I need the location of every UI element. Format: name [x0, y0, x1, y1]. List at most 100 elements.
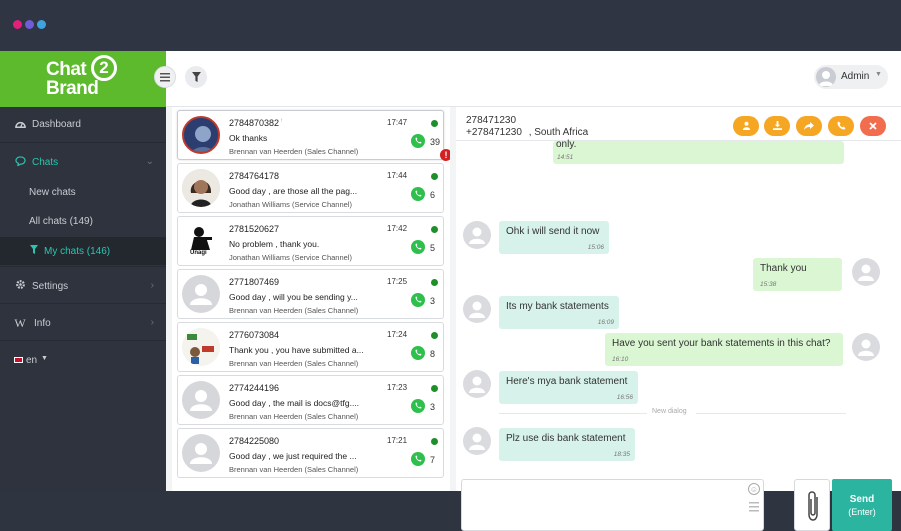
whatsapp-icon: [411, 293, 425, 307]
chat-list-item[interactable]: Unagi 2781520627 17:42 No problem , than…: [177, 216, 444, 266]
chat-agent: Brennan van Heerden (Sales Channel): [229, 465, 359, 474]
divider: [0, 303, 166, 304]
chat-agent: Jonathan Williams (Service Channel): [229, 253, 352, 262]
alert-icon: !: [440, 149, 450, 161]
chat-message-count: 7: [430, 455, 436, 465]
agent-avatar: [852, 258, 880, 286]
close-icon[interactable]: [860, 116, 886, 136]
message-text: Plz use dis bank statement: [506, 433, 626, 444]
chat-last-message: Good day , will you be sending y...: [229, 292, 358, 302]
forward-button[interactable]: [796, 116, 822, 136]
sidebar-item-info[interactable]: W Info ›: [0, 316, 166, 342]
gear-icon: [14, 279, 26, 293]
conversation-header: 278471230 +278471230 , South Africa: [456, 107, 901, 141]
chat-last-message: No problem , thank you.: [229, 239, 320, 249]
send-button[interactable]: Send (Enter): [832, 479, 892, 531]
whatsapp-icon: [411, 240, 425, 254]
message-bubble-incoming: Plz use dis bank statement 18:35: [499, 428, 635, 461]
contact-profile-button[interactable]: [733, 116, 759, 136]
message-input[interactable]: ☺: [461, 479, 764, 531]
contact-phone-full: +278471230: [466, 127, 522, 138]
online-status-icon: [431, 120, 438, 127]
sidebar-subitem-label: My chats (146): [44, 246, 111, 257]
message-text: Its my bank statements: [506, 301, 609, 312]
chevron-down-icon: ⌄: [145, 156, 154, 167]
avatar: [182, 116, 220, 154]
chat-agent: Brennan van Heerden (Sales Channel): [229, 147, 359, 156]
chat-time: 17:24: [387, 330, 408, 339]
language-label: en: [26, 355, 38, 366]
sidebar: Chat Brand 2 Dashboard Chats ⌄ New chats…: [0, 51, 166, 491]
attach-file-button[interactable]: [794, 479, 830, 531]
minimize-window-dot[interactable]: [25, 20, 34, 29]
uk-flag-icon: [14, 357, 23, 363]
caret-down-icon: ▼: [41, 355, 48, 362]
chat-time: 17:42: [387, 224, 408, 233]
message-bubble-outgoing: Thank you 15:38: [753, 258, 842, 291]
chat-agent: Brennan van Heerden (Sales Channel): [229, 306, 359, 315]
chevron-right-icon: ›: [150, 317, 154, 328]
menu-toggle-button[interactable]: [154, 66, 176, 88]
avatar: [182, 275, 220, 313]
chat-list-item[interactable]: 2784870382 ↑ 17:47 Ok thanks Brennan van…: [177, 110, 450, 161]
avatar: [182, 328, 220, 366]
divider: [0, 340, 166, 341]
contact-details: +278471230 , South Africa: [466, 127, 588, 138]
caret-down-icon: ▼: [875, 71, 882, 78]
chat-time: 17:21: [387, 436, 408, 445]
chat-list: 2784870382 ↑ 17:47 Ok thanks Brennan van…: [172, 107, 450, 491]
templates-list-icon[interactable]: [749, 500, 759, 518]
send-hint: (Enter): [848, 507, 876, 517]
chat-message-count: 3: [430, 402, 436, 412]
message-text: Here's mya bank statement: [506, 376, 628, 387]
chat-list-item[interactable]: 2784225080 17:21 Good day , we just requ…: [177, 428, 444, 478]
chat-time: 17:47: [387, 118, 408, 127]
sidebar-subitem-all-chats[interactable]: All chats (149): [0, 216, 166, 230]
divider: [499, 413, 647, 414]
online-status-icon: [431, 226, 438, 233]
sidebar-item-chats[interactable]: Chats ⌄: [0, 155, 166, 181]
divider: [0, 266, 166, 267]
avatar: [182, 434, 220, 472]
whatsapp-icon: [411, 187, 425, 201]
sidebar-item-settings[interactable]: Settings ›: [0, 279, 166, 305]
sidebar-subitem-my-chats[interactable]: My chats (146): [0, 237, 166, 265]
chat-message-count: 5: [430, 243, 436, 253]
contact-avatar: [463, 221, 491, 249]
download-button[interactable]: [764, 116, 790, 136]
contact-country: , South Africa: [528, 127, 589, 138]
maximize-window-dot[interactable]: [37, 20, 46, 29]
chat-list-item[interactable]: 2771807469 17:25 Good day , will you be …: [177, 269, 444, 319]
chat-list-item[interactable]: 2776073084 17:24 Thank you , you have su…: [177, 322, 444, 372]
sidebar-subitem-label: New chats: [29, 187, 76, 198]
chat-time: 17:23: [387, 383, 408, 392]
user-name: Admin: [841, 71, 870, 82]
online-status-icon: [431, 173, 438, 180]
contact-avatar: [463, 370, 491, 398]
contact-avatar: [463, 295, 491, 323]
chat-phone: 2784870382: [229, 118, 280, 128]
chat-phone: 2776073084: [229, 330, 280, 340]
avatar: [816, 67, 836, 87]
message-bubble-incoming: Ohk i will send it now 15:06: [499, 221, 609, 254]
language-selector[interactable]: en ▼: [0, 355, 166, 369]
emoji-icon[interactable]: ☺: [748, 483, 760, 495]
contact-avatar: [463, 427, 491, 455]
message-text: Thank you: [760, 263, 807, 274]
chat-list-item[interactable]: 2784764178 17:44 Good day , are those al…: [177, 163, 444, 213]
message-time: 15:38: [760, 281, 777, 288]
online-status-icon: [431, 279, 438, 286]
phone-icon[interactable]: [828, 116, 854, 136]
chat-list-item[interactable]: 2774244196 17:23 Good day , the mail is …: [177, 375, 444, 425]
brand-logo[interactable]: Chat Brand 2: [0, 51, 166, 107]
contact-phone: 278471230: [466, 115, 517, 126]
filter-button[interactable]: [185, 66, 207, 88]
close-window-dot[interactable]: [13, 20, 22, 29]
sidebar-subitem-new-chats[interactable]: New chats: [0, 187, 166, 201]
topbar: Admin ▼: [154, 51, 901, 107]
user-menu[interactable]: Admin ▼: [814, 65, 888, 89]
chat-agent: Brennan van Heerden (Sales Channel): [229, 412, 359, 421]
message-bubble-incoming: Here's mya bank statement 16:56: [499, 371, 638, 404]
online-status-icon: [431, 332, 438, 339]
sidebar-item-label: Chats: [32, 157, 59, 168]
